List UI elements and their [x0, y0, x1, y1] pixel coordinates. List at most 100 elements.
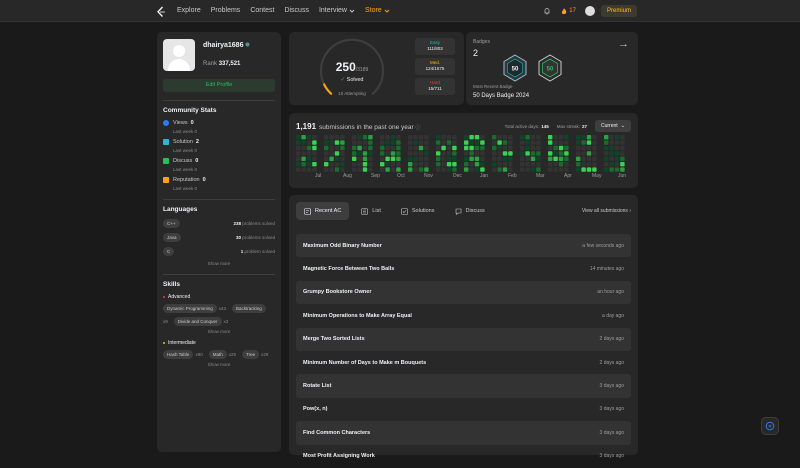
- heatmap-cell[interactable]: [609, 140, 614, 145]
- help-chat-button[interactable]: [761, 417, 779, 435]
- heatmap-cell[interactable]: [301, 135, 306, 140]
- heatmap-cell[interactable]: [441, 167, 446, 172]
- heatmap-cell[interactable]: [469, 167, 474, 172]
- heatmap-cell[interactable]: [408, 151, 413, 156]
- heatmap-cell[interactable]: [530, 151, 536, 156]
- heatmap-cell[interactable]: [464, 167, 469, 172]
- heatmap-cell[interactable]: [396, 162, 401, 167]
- heatmap-cell[interactable]: [424, 162, 429, 167]
- heatmap-cell[interactable]: [418, 151, 424, 156]
- heatmap-cell[interactable]: [380, 135, 385, 140]
- heatmap-cell[interactable]: [474, 156, 480, 161]
- heatmap-cell[interactable]: [352, 140, 357, 145]
- heatmap-cell[interactable]: [497, 156, 502, 161]
- heatmap-cell[interactable]: [474, 162, 480, 167]
- heatmap-cell[interactable]: [306, 145, 312, 151]
- heatmap-cell[interactable]: [530, 140, 536, 145]
- heatmap-cell[interactable]: [530, 167, 536, 172]
- heatmap-cell[interactable]: [592, 162, 597, 167]
- heatmap-cell[interactable]: [452, 140, 457, 145]
- heatmap-cell[interactable]: [408, 145, 413, 151]
- heatmap-cell[interactable]: [604, 162, 609, 167]
- heatmap-cell[interactable]: [474, 140, 480, 145]
- heatmap-cell[interactable]: [469, 162, 474, 167]
- heatmap-cell[interactable]: [464, 140, 469, 145]
- heatmap-cell[interactable]: [474, 151, 480, 156]
- heatmap-cell[interactable]: [604, 167, 609, 172]
- heatmap-cell[interactable]: [564, 162, 569, 167]
- heatmap-cell[interactable]: [362, 162, 368, 167]
- heatmap-cell[interactable]: [469, 145, 474, 151]
- heatmap-cell[interactable]: [436, 167, 441, 172]
- heatmap-cell[interactable]: [301, 140, 306, 145]
- heatmap-cell[interactable]: [396, 140, 401, 145]
- heatmap-cell[interactable]: [368, 167, 373, 172]
- heatmap-cell[interactable]: [418, 140, 424, 145]
- heatmap-cell[interactable]: [408, 156, 413, 161]
- heatmap-cell[interactable]: [436, 151, 441, 156]
- heatmap-cell[interactable]: [296, 167, 301, 172]
- heatmap-cell[interactable]: [592, 135, 597, 140]
- heatmap-cell[interactable]: [508, 145, 513, 151]
- heatmap-cell[interactable]: [446, 135, 452, 140]
- heatmap-cell[interactable]: [492, 140, 497, 145]
- heatmap-cell[interactable]: [390, 135, 396, 140]
- heatmap-cell[interactable]: [368, 156, 373, 161]
- heatmap-cell[interactable]: [396, 145, 401, 151]
- heatmap-cell[interactable]: [558, 156, 564, 161]
- heatmap-cell[interactable]: [576, 145, 581, 151]
- heatmap-cell[interactable]: [352, 156, 357, 161]
- heatmap-cell[interactable]: [408, 135, 413, 140]
- heatmap-cell[interactable]: [508, 151, 513, 156]
- heatmap-cell[interactable]: [474, 167, 480, 172]
- heatmap-cell[interactable]: [553, 135, 558, 140]
- heatmap-cell[interactable]: [548, 140, 553, 145]
- heatmap-cell[interactable]: [548, 151, 553, 156]
- heatmap-cell[interactable]: [368, 162, 373, 167]
- heatmap-cell[interactable]: [312, 135, 317, 140]
- heatmap-cell[interactable]: [352, 145, 357, 151]
- heatmap-cell[interactable]: [508, 140, 513, 145]
- heatmap-cell[interactable]: [441, 140, 446, 145]
- heatmap-cell[interactable]: [620, 156, 625, 161]
- heatmap-cell[interactable]: [357, 167, 362, 172]
- heatmap-cell[interactable]: [334, 135, 340, 140]
- heatmap-cell[interactable]: [352, 162, 357, 167]
- heatmap-cell[interactable]: [357, 135, 362, 140]
- heatmap-cell[interactable]: [390, 151, 396, 156]
- heatmap-cell[interactable]: [452, 167, 457, 172]
- heatmap-cell[interactable]: [413, 151, 418, 156]
- heatmap-cell[interactable]: [558, 162, 564, 167]
- heatmap-cell[interactable]: [312, 140, 317, 145]
- heatmap-cell[interactable]: [464, 145, 469, 151]
- heatmap-cell[interactable]: [525, 167, 530, 172]
- heatmap-cell[interactable]: [558, 140, 564, 145]
- heatmap-cell[interactable]: [530, 162, 536, 167]
- heatmap-cell[interactable]: [362, 151, 368, 156]
- heatmap-cell[interactable]: [312, 156, 317, 161]
- skill-tag[interactable]: Tree: [241, 350, 260, 359]
- nav-interview[interactable]: Interview: [319, 7, 355, 14]
- nav-explore[interactable]: Explore: [177, 7, 201, 14]
- heatmap-cell[interactable]: [441, 151, 446, 156]
- heatmap-cell[interactable]: [413, 145, 418, 151]
- heatmap-cell[interactable]: [301, 167, 306, 172]
- heatmap-cell[interactable]: [324, 145, 329, 151]
- heatmap-cell[interactable]: [357, 162, 362, 167]
- heatmap-cell[interactable]: [413, 167, 418, 172]
- heatmap-cell[interactable]: [530, 156, 536, 161]
- heatmap-cell[interactable]: [564, 156, 569, 161]
- heatmap-cell[interactable]: [581, 145, 586, 151]
- heatmap-cell[interactable]: [576, 162, 581, 167]
- heatmap-cell[interactable]: [614, 162, 620, 167]
- heatmap-cell[interactable]: [502, 135, 508, 140]
- heatmap-cell[interactable]: [296, 140, 301, 145]
- heatmap-cell[interactable]: [464, 162, 469, 167]
- list-item[interactable]: Find Common Characters 3 days ago: [296, 421, 631, 445]
- list-item[interactable]: Merge Two Sorted Lists 2 days ago: [296, 327, 631, 351]
- list-item[interactable]: Magnetic Force Between Two Balls 14 minut…: [296, 257, 631, 280]
- heatmap-cell[interactable]: [413, 162, 418, 167]
- heatmap-cell[interactable]: [340, 151, 345, 156]
- heatmap-cell[interactable]: [480, 151, 485, 156]
- heatmap-cell[interactable]: [357, 145, 362, 151]
